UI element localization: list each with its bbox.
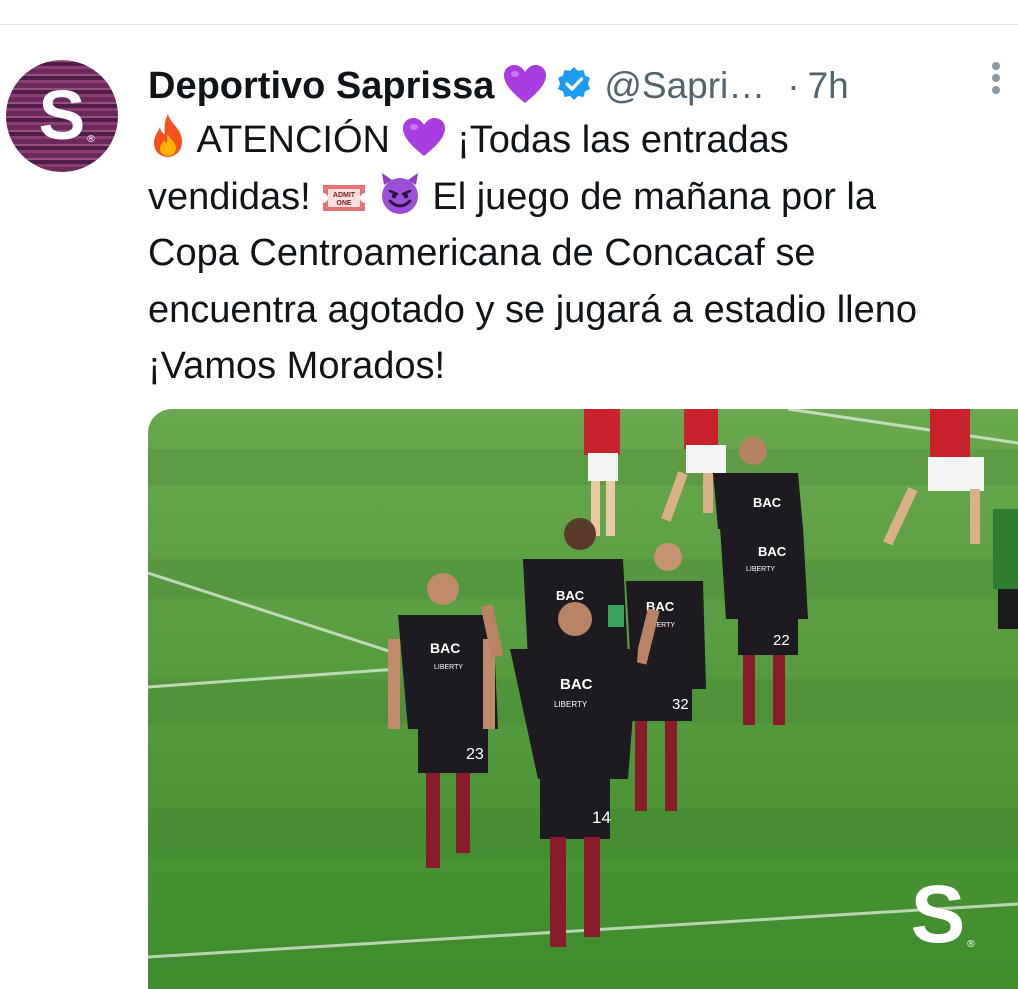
tweet-text: ATENCIÓN ¡Todas las entradas vendidas! A… (148, 112, 1018, 395)
photo-scene: BAC LIBERTY 22 BAC BAC LIBERTY 32 BAC BA… (148, 409, 1018, 989)
player-sponsor2: LIBERTY (434, 664, 463, 671)
purple-heart-emoji-icon (402, 118, 445, 156)
player-sponsor: BAC (430, 640, 460, 656)
player-number: 22 (773, 632, 790, 649)
player-sponsor: BAC (758, 544, 787, 559)
more-options-icon[interactable] (990, 62, 1002, 98)
tweet-line-4: encuentra agotado y se jugará a estadio … (148, 288, 917, 331)
admit-one-ticket-emoji-icon: ADMIT ONE (323, 184, 366, 211)
player-number: 14 (592, 808, 611, 827)
ticket-text-one: ONE (337, 200, 353, 207)
avatar-registered-mark: ® (86, 134, 96, 145)
timestamp[interactable]: 7h (808, 65, 849, 107)
purple-heart-icon (502, 63, 548, 110)
author-name[interactable]: Deportivo Saprissa (148, 65, 494, 108)
svg-text:BAC: BAC (556, 588, 585, 603)
player-sponsor2: LIBERTY (554, 700, 588, 709)
separator-dot: · (787, 65, 800, 106)
tweet-text-atencion: ATENCIÓN (196, 119, 390, 161)
verified-badge-icon[interactable] (556, 66, 592, 107)
tweet-line-2: vendidas! ADMIT ONE El juego de mañana p… (148, 169, 1018, 226)
avatar[interactable]: S ® (6, 60, 118, 172)
tweet-media-photo[interactable]: BAC LIBERTY 22 BAC BAC LIBERTY 32 BAC BA… (148, 409, 1018, 989)
author-handle[interactable]: @Sapri… (604, 65, 765, 107)
tweet-line-3: Copa Centroamericana de Concacaf se (148, 232, 816, 274)
tweet-text-line2-rest: El juego de mañana por la (432, 175, 877, 218)
ticket-text-admit: ADMIT (333, 192, 356, 199)
top-divider (0, 24, 1018, 25)
tweet-text-vendidas: vendidas! (148, 175, 311, 218)
player-sponsor: BAC (560, 676, 593, 693)
player-number: 23 (466, 746, 484, 763)
tweet-header: Deportivo Saprissa @Sapri… · 7h (148, 60, 849, 112)
smiling-devil-emoji-icon (381, 172, 418, 214)
avatar-logo-letter: S (38, 76, 86, 154)
tweet-line-1: ATENCIÓN ¡Todas las entradas (148, 112, 1018, 169)
tweet-line-5: ¡Vamos Morados! (148, 345, 446, 387)
player-sponsor2: LIBERTY (746, 566, 775, 573)
watermark-logo-letter: S (910, 869, 966, 960)
fire-emoji-icon (154, 114, 182, 157)
player-sponsor: BAC (753, 495, 782, 510)
watermark-registered-mark: ® (966, 939, 976, 950)
tweet-text-line1-rest: ¡Todas las entradas (457, 119, 789, 161)
player-number: 32 (672, 696, 689, 713)
